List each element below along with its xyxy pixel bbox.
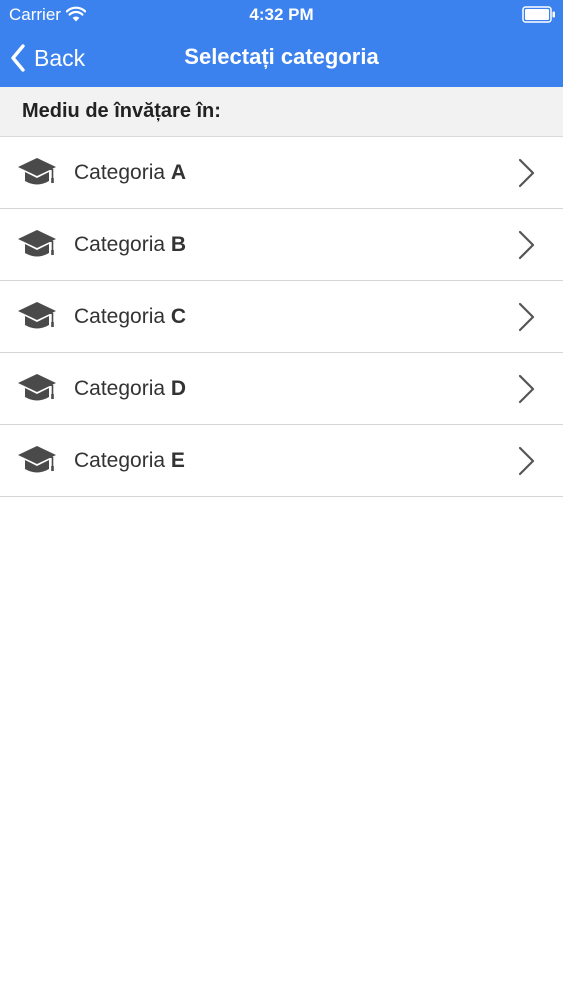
battery-icon: [522, 6, 555, 23]
category-label: Categoria D: [74, 377, 187, 400]
category-row-e[interactable]: Categoria E: [0, 425, 563, 497]
category-row-a[interactable]: Categoria A: [0, 137, 563, 209]
graduation-cap-icon: [18, 230, 56, 257]
top-bar: Carrier 4:32 PM Back Selectați categoria: [0, 0, 563, 87]
graduation-cap-icon: [18, 302, 56, 329]
category-row-b[interactable]: Categoria B: [0, 209, 563, 281]
navigation-bar: Back Selectați categoria: [0, 30, 563, 87]
category-row-d[interactable]: Categoria D: [0, 353, 563, 425]
category-label: Categoria B: [74, 233, 187, 256]
chevron-right-icon: [518, 158, 535, 188]
category-list: Categoria A Categoria B Categoria C Cate…: [0, 137, 563, 497]
category-row-c[interactable]: Categoria C: [0, 281, 563, 353]
category-label: Categoria E: [74, 449, 185, 472]
graduation-cap-icon: [18, 158, 56, 185]
chevron-right-icon: [518, 230, 535, 260]
chevron-right-icon: [518, 446, 535, 476]
category-label: Categoria A: [74, 161, 187, 184]
graduation-cap-icon: [18, 374, 56, 401]
status-time: 4:32 PM: [249, 5, 314, 24]
graduation-cap-icon: [18, 446, 56, 473]
status-bar: Carrier 4:32 PM: [0, 0, 563, 30]
section-header: Mediu de învățare în:: [0, 87, 563, 137]
section-title: Mediu de învățare în:: [22, 100, 221, 122]
category-label: Categoria C: [74, 305, 187, 328]
page-title: Selectați categoria: [184, 44, 379, 69]
chevron-right-icon: [518, 374, 535, 404]
chevron-right-icon: [518, 302, 535, 332]
